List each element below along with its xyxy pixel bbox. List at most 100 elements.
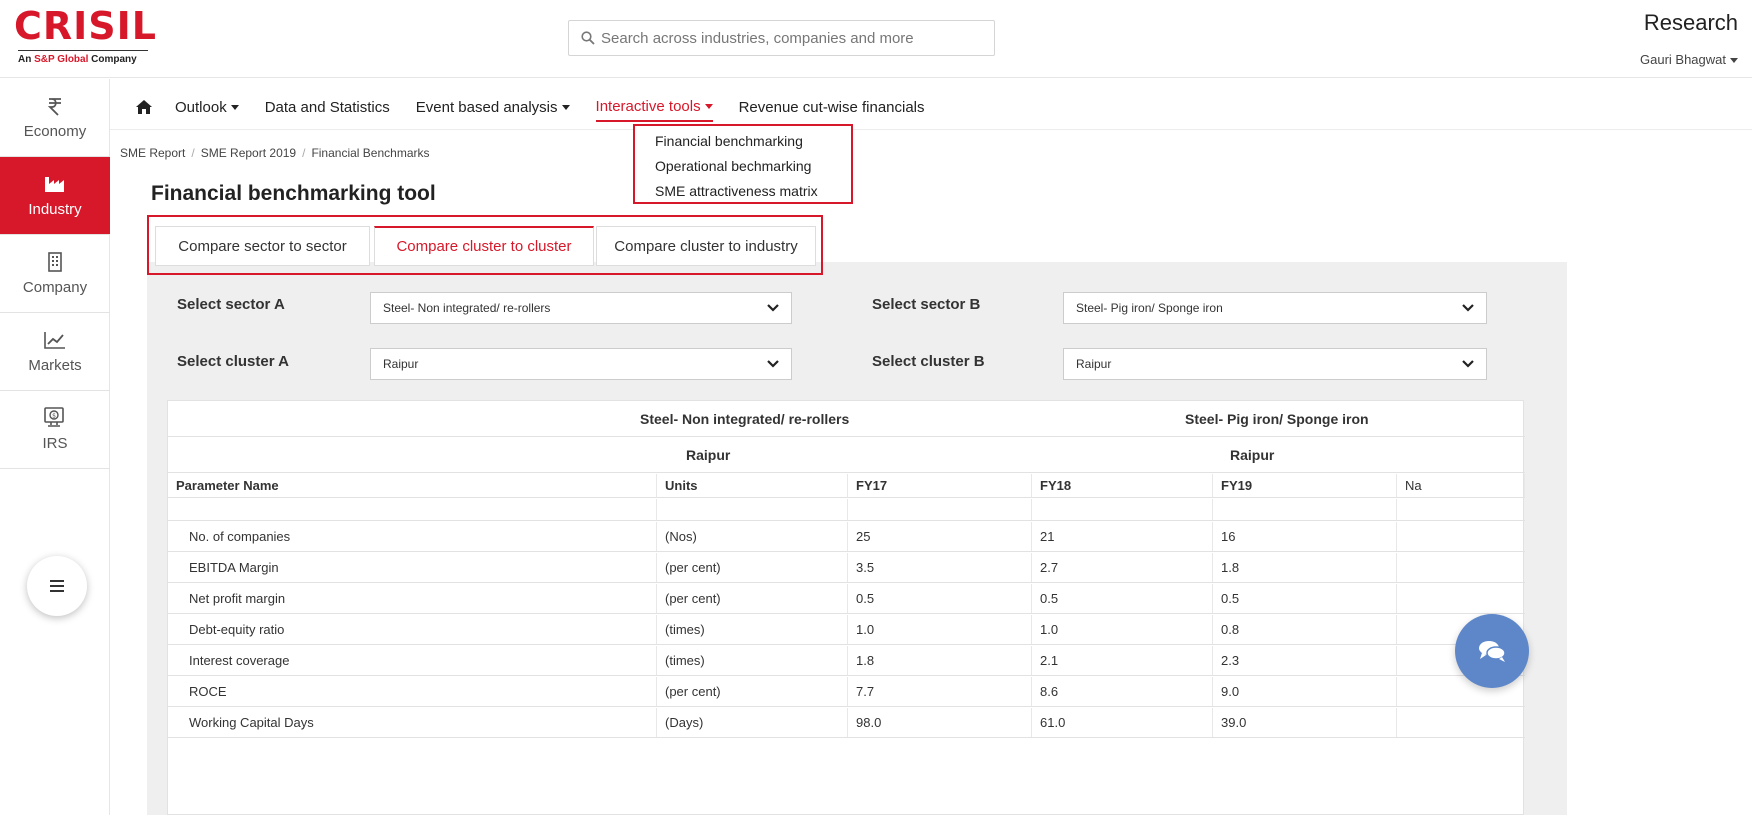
user-menu[interactable]: Gauri Bhagwat — [1640, 52, 1738, 67]
table-sector-header-row: Steel- Non integrated/ re-rollers Steel-… — [168, 401, 1525, 437]
group-b-sector: Steel- Pig iron/ Sponge iron — [1185, 411, 1369, 427]
sidebar-item-irs[interactable]: $ IRS — [0, 391, 110, 469]
fy17-cell: 3.5 — [848, 553, 1032, 582]
table-row: EBITDA Margin (per cent) 3.5 2.7 1.8 — [168, 553, 1525, 583]
dropdown-item-financial-benchmarking[interactable]: Financial benchmarking — [655, 129, 851, 154]
nav-divider — [110, 129, 1752, 130]
fy19-cell: 2.3 — [1213, 646, 1397, 675]
search-input[interactable]: Search across industries, companies and … — [568, 20, 995, 56]
fy17-cell: 1.8 — [848, 646, 1032, 675]
fy17-cell: 1.0 — [848, 615, 1032, 644]
tab-compare-cluster-to-cluster[interactable]: Compare cluster to cluster — [374, 226, 594, 266]
sector-a-label: Select sector A — [177, 296, 285, 313]
parameter-name: Debt-equity ratio — [168, 615, 657, 644]
chevron-down-icon — [767, 304, 779, 312]
fy19-cell: 39.0 — [1213, 708, 1397, 737]
fy18-cell: 21 — [1032, 522, 1213, 551]
caret-down-icon — [704, 103, 713, 109]
table-cluster-header-row: Raipur Raipur — [168, 438, 1525, 473]
units-cell: (Days) — [657, 708, 848, 737]
search-icon — [581, 31, 595, 45]
units-cell: (Nos) — [657, 522, 848, 551]
logo-subtitle: An S&P Global Company — [18, 50, 148, 65]
dropdown-item-sme-attractiveness-matrix[interactable]: SME attractiveness matrix — [655, 179, 851, 204]
cluster-b-select[interactable]: Raipur — [1063, 348, 1487, 380]
column-header: FY18 — [1032, 474, 1213, 497]
sector-a-select[interactable]: Steel- Non integrated/ re-rollers — [370, 292, 792, 324]
column-header: Units — [657, 474, 848, 497]
chevron-down-icon — [767, 360, 779, 368]
parameter-name: ROCE — [168, 677, 657, 706]
caret-down-icon — [561, 104, 570, 110]
column-header: Na — [1397, 474, 1525, 497]
sidebar-item-markets[interactable]: Markets — [0, 313, 110, 391]
sidebar-item-company[interactable]: Company — [0, 235, 110, 313]
fy18-cell: 2.1 — [1032, 646, 1213, 675]
column-header: FY19 — [1213, 474, 1397, 497]
fy17-cell: 25 — [848, 522, 1032, 551]
sidebar: Economy Industry Company Markets $ IRS — [0, 79, 110, 815]
nav-revenue-cut-wise-financials[interactable]: Revenue cut-wise financials — [739, 92, 925, 122]
benchmark-table: Steel- Non integrated/ re-rollers Steel-… — [167, 400, 1525, 815]
fy19-cell: 0.8 — [1213, 615, 1397, 644]
fy18-cell: 61.0 — [1032, 708, 1213, 737]
column-header: FY17 — [848, 474, 1032, 497]
fy19-cell: 0.5 — [1213, 584, 1397, 613]
column-header: Parameter Name — [168, 474, 657, 497]
group-a-cluster: Raipur — [686, 447, 731, 463]
table-row: Debt-equity ratio (times) 1.0 1.0 0.8 — [168, 615, 1525, 645]
units-cell: (times) — [657, 646, 848, 675]
crisil-logo[interactable]: CRISIL An S&P Global Company — [14, 4, 158, 65]
section-title: Research — [1643, 10, 1738, 35]
fy17-cell: 0.5 — [848, 584, 1032, 613]
table-row: Net profit margin (per cent) 0.5 0.5 0.5 — [168, 584, 1525, 614]
sector-b-select[interactable]: Steel- Pig iron/ Sponge iron — [1063, 292, 1487, 324]
cluster-b-label: Select cluster B — [872, 353, 985, 370]
caret-down-icon — [1730, 58, 1738, 64]
tab-compare-sector-to-sector[interactable]: Compare sector to sector — [155, 226, 370, 266]
fy17-cell: 98.0 — [848, 708, 1032, 737]
parameter-name: EBITDA Margin — [168, 553, 657, 582]
table-row: Interest coverage (times) 1.8 2.1 2.3 — [168, 646, 1525, 676]
building-icon — [47, 251, 63, 273]
sidebar-item-industry[interactable]: Industry — [0, 157, 110, 235]
breadcrumb-sme-report-2019[interactable]: SME Report 2019 — [201, 146, 296, 160]
cluster-a-select[interactable]: Raipur — [370, 348, 792, 380]
tab-compare-cluster-to-industry[interactable]: Compare cluster to industry — [596, 226, 816, 266]
chevron-down-icon — [1462, 304, 1474, 312]
hamburger-icon — [50, 580, 64, 592]
fy19-cell: 1.8 — [1213, 553, 1397, 582]
monitor-dollar-icon: $ — [43, 407, 67, 429]
home-icon — [136, 100, 152, 114]
nav-data-and-statistics[interactable]: Data and Statistics — [265, 92, 390, 122]
fy18-cell: 2.7 — [1032, 553, 1213, 582]
nav-interactive-tools[interactable]: Interactive tools — [595, 92, 713, 122]
table-column-header-row: Parameter Name Units FY17 FY18 FY19 Na — [168, 474, 1525, 498]
units-cell: (per cent) — [657, 553, 848, 582]
comparison-tabs: Compare sector to sector Compare cluster… — [147, 215, 823, 275]
chevron-down-icon — [1462, 360, 1474, 368]
fy18-cell: 0.5 — [1032, 584, 1213, 613]
user-name: Gauri Bhagwat — [1640, 52, 1726, 67]
table-row: Working Capital Days (Days) 98.0 61.0 39… — [168, 708, 1525, 738]
breadcrumb-financial-benchmarks: Financial Benchmarks — [311, 146, 430, 160]
caret-down-icon — [230, 104, 239, 110]
logo-text: CRISIL — [14, 4, 158, 48]
nav-outlook[interactable]: Outlook — [175, 92, 239, 122]
dropdown-item-operational-benchmarking[interactable]: Operational bechmarking — [655, 154, 851, 179]
parameter-name: Working Capital Days — [168, 708, 657, 737]
cluster-a-label: Select cluster A — [177, 353, 289, 370]
parameter-name: Net profit margin — [168, 584, 657, 613]
interactive-tools-dropdown: Financial benchmarking Operational bechm… — [633, 124, 853, 204]
table-row: No. of companies (Nos) 25 21 16 — [168, 522, 1525, 552]
home-link[interactable] — [135, 92, 153, 122]
sidebar-item-economy[interactable]: Economy — [0, 79, 110, 157]
menu-button[interactable] — [27, 556, 87, 616]
nav-event-based-analysis[interactable]: Event based analysis — [416, 92, 570, 122]
fy17-cell: 7.7 — [848, 677, 1032, 706]
svg-text:$: $ — [52, 413, 56, 420]
units-cell: (per cent) — [657, 584, 848, 613]
breadcrumb-sme-report[interactable]: SME Report — [120, 146, 185, 160]
group-b-cluster: Raipur — [1230, 447, 1275, 463]
chat-button[interactable] — [1455, 614, 1529, 688]
